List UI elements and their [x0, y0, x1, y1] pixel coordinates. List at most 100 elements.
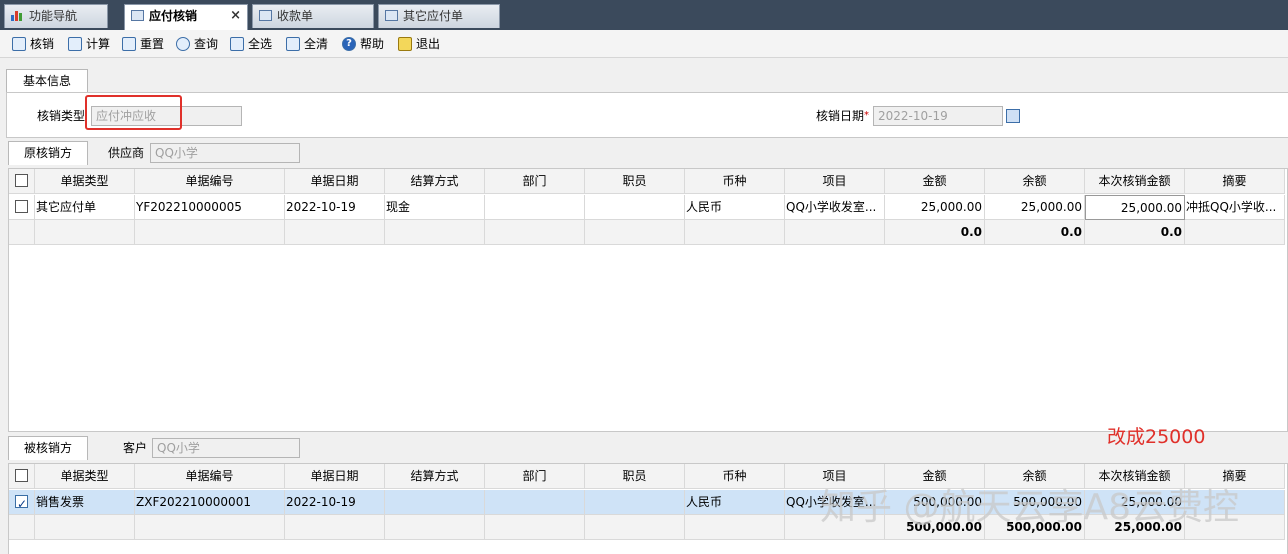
close-icon[interactable]: × — [230, 5, 241, 27]
summary-balance: 0.0 — [985, 220, 1085, 245]
cell-this-amount[interactable]: 25,000.00 — [1085, 195, 1185, 220]
column-header[interactable]: 单据类型 — [35, 169, 135, 194]
cell-settle — [385, 490, 485, 515]
column-header[interactable]: 部门 — [485, 169, 585, 194]
toolbar: 核销 计算 重置 查询 全选 全清 ? 帮助 退出 — [0, 30, 1288, 58]
customer-label: 客户 — [123, 441, 148, 455]
column-header[interactable]: 余额 — [985, 169, 1085, 194]
column-header[interactable]: 职员 — [585, 169, 685, 194]
row-checkbox[interactable] — [15, 200, 28, 213]
document-icon — [122, 37, 136, 51]
form-icon — [131, 10, 144, 21]
cell-balance: 25,000.00 — [985, 195, 1085, 220]
summary-dept — [485, 515, 585, 540]
cell-no: YF202210000005 — [135, 195, 285, 220]
tab-function-nav[interactable]: 功能导航 — [4, 4, 108, 28]
calculate-button[interactable]: 计算 — [66, 35, 110, 53]
select-all-checkbox[interactable] — [15, 469, 28, 482]
summary-row: 0.0 0.0 0.0 — [9, 220, 1288, 245]
checklist-icon — [230, 37, 244, 51]
tab-other-payable[interactable]: 其它应付单 — [378, 4, 500, 28]
cell-dept — [485, 195, 585, 220]
cell-staff — [585, 195, 685, 220]
row-checkbox-cell[interactable] — [9, 195, 35, 220]
tab-label: 功能导航 — [29, 9, 78, 23]
column-header[interactable]: 币种 — [685, 464, 785, 489]
verify-icon — [12, 37, 26, 51]
highlight-box — [85, 95, 182, 130]
form-icon — [259, 10, 272, 21]
original-grid: 单据类型 单据编号 单据日期 结算方式 部门 职员 币种 项目 金额 余额 本次核销金额 摘要 其它应付… — [8, 168, 1288, 432]
column-header[interactable]: 金额 — [885, 169, 985, 194]
tab-label: 应付核销 — [149, 9, 198, 23]
select-all-checkbox[interactable] — [15, 174, 28, 187]
summary-dept — [485, 220, 585, 245]
help-button[interactable]: ? 帮助 — [340, 35, 384, 53]
tab-label: 其它应付单 — [403, 9, 464, 23]
tab-receipt[interactable]: 收款单 — [252, 4, 374, 28]
cell-settle: 现金 — [385, 195, 485, 220]
column-header[interactable]: 单据编号 — [135, 464, 285, 489]
summary-no — [135, 515, 285, 540]
summary-date — [285, 220, 385, 245]
exit-icon — [398, 37, 412, 51]
column-header[interactable]: 项目 — [785, 169, 885, 194]
calculator-icon — [68, 37, 82, 51]
row-checkbox[interactable] — [15, 492, 28, 514]
summary-no — [135, 220, 285, 245]
cell-type: 其它应付单 — [35, 195, 135, 220]
supplier-field[interactable]: QQ小学 — [150, 143, 300, 163]
row-checkbox-cell[interactable] — [9, 490, 35, 515]
tab-label: 收款单 — [277, 9, 314, 23]
column-header[interactable]: 摘要 — [1185, 169, 1285, 194]
tab-basic-info[interactable]: 基本信息 — [6, 69, 88, 93]
summary-staff — [585, 515, 685, 540]
summary-currency — [685, 515, 785, 540]
exit-button[interactable]: 退出 — [396, 35, 440, 53]
column-header[interactable]: 单据日期 — [285, 464, 385, 489]
column-header[interactable]: 结算方式 — [385, 464, 485, 489]
summary-settle — [385, 515, 485, 540]
column-header[interactable]: 单据日期 — [285, 169, 385, 194]
verify-date-field[interactable]: 2022-10-19 — [873, 106, 1003, 126]
tab-payable-verify[interactable]: 应付核销 × — [124, 4, 248, 30]
summary-blank — [9, 220, 35, 245]
summary-date — [285, 515, 385, 540]
cell-amount: 25,000.00 — [885, 195, 985, 220]
summary-memo — [1185, 220, 1285, 245]
cell-date: 2022-10-19 — [285, 490, 385, 515]
column-header[interactable]: 结算方式 — [385, 169, 485, 194]
customer-field[interactable]: QQ小学 — [152, 438, 300, 458]
column-header[interactable]: 本次核销金额 — [1085, 169, 1185, 194]
summary-amount: 0.0 — [885, 220, 985, 245]
tab-original-party[interactable]: 原核销方 — [8, 141, 88, 165]
column-header[interactable]: 单据类型 — [35, 464, 135, 489]
watermark: 知乎 @航天云享A8云费控 — [820, 487, 1239, 528]
supplier-label: 供应商 — [108, 146, 145, 160]
calendar-icon[interactable] — [1006, 109, 1020, 123]
summary-blank — [9, 515, 35, 540]
select-all-checkbox-cell[interactable] — [9, 169, 35, 194]
select-all-checkbox-cell[interactable] — [9, 464, 35, 489]
cell-no: ZXF202210000001 — [135, 490, 285, 515]
cell-dept — [485, 490, 585, 515]
summary-type — [35, 220, 135, 245]
query-button[interactable]: 查询 — [174, 35, 218, 53]
column-header[interactable]: 职员 — [585, 464, 685, 489]
table-row[interactable]: 其它应付单 YF202210000005 2022-10-19 现金 人民币 QQ小学收发… — [9, 195, 1288, 220]
column-header[interactable]: 币种 — [685, 169, 785, 194]
window-tab-strip: 功能导航 应付核销 × 收款单 其它应付单 — [0, 0, 1288, 30]
reset-button[interactable]: 重置 — [120, 35, 164, 53]
verify-button[interactable]: 核销 — [10, 35, 54, 53]
cell-memo: 冲抵QQ小学收... — [1185, 195, 1285, 220]
select-all-button[interactable]: 全选 — [228, 35, 272, 53]
summary-settle — [385, 220, 485, 245]
cell-type: 销售发票 — [35, 490, 135, 515]
tab-target-party[interactable]: 被核销方 — [8, 436, 88, 460]
summary-currency — [685, 220, 785, 245]
clear-all-button[interactable]: 全清 — [284, 35, 328, 53]
column-header[interactable]: 单据编号 — [135, 169, 285, 194]
annotation-text: 改成25000 — [1107, 426, 1206, 448]
verify-type-label: 核销类型 — [37, 109, 86, 123]
column-header[interactable]: 部门 — [485, 464, 585, 489]
